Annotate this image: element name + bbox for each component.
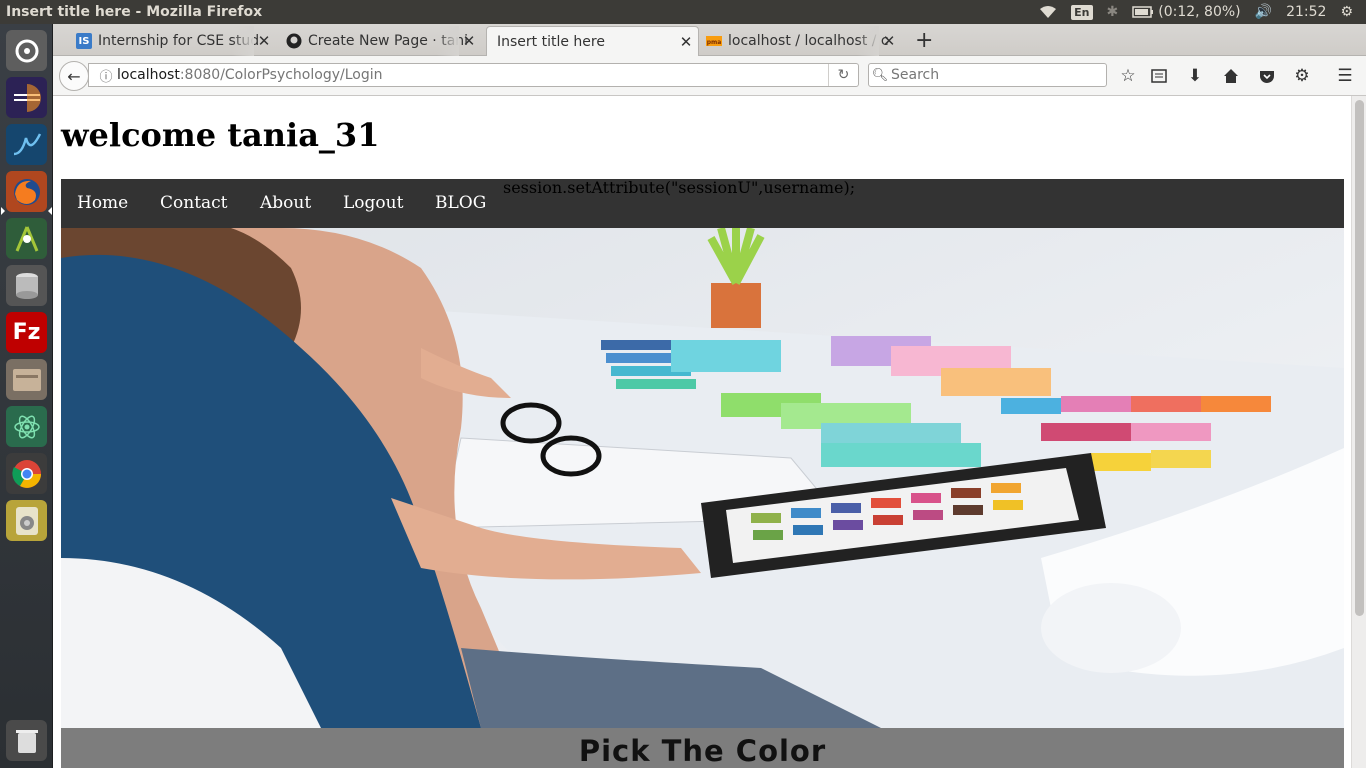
- dash-icon[interactable]: [6, 30, 47, 71]
- bookmark-star-icon[interactable]: ☆: [1116, 64, 1140, 88]
- hero-image: [61, 228, 1344, 728]
- close-icon[interactable]: ✕: [256, 32, 272, 50]
- volume-icon[interactable]: 🔊: [1248, 0, 1279, 24]
- session-debug-text: session.setAttribute("sessionU",username…: [503, 178, 856, 197]
- search-placeholder: Search: [891, 67, 940, 83]
- download-icon[interactable]: ⬇: [1183, 64, 1207, 88]
- page-content: welcome tania_31 Home Contact About Logo…: [53, 96, 1351, 768]
- site-info-icon[interactable]: ⓘ: [95, 66, 117, 85]
- phpmyadmin-icon: pma: [706, 33, 722, 49]
- battery-icon: [1132, 6, 1154, 18]
- extension-icon[interactable]: ⚙: [1290, 64, 1314, 88]
- android-studio-icon[interactable]: [6, 218, 47, 259]
- page-scrollbar[interactable]: [1351, 96, 1366, 768]
- nav-blog-link[interactable]: BLOG: [435, 193, 486, 213]
- window-title: Insert title here - Mozilla Firefox: [6, 4, 263, 20]
- wifi-icon[interactable]: [1032, 0, 1064, 24]
- battery-indicator[interactable]: (0:12, 80%): [1125, 0, 1247, 24]
- nav-contact-link[interactable]: Contact: [160, 193, 228, 213]
- tab-label: Insert title here: [497, 33, 605, 50]
- search-icon: 🔍︎: [871, 67, 889, 83]
- new-tab-button[interactable]: +: [915, 28, 933, 53]
- home-icon[interactable]: [1219, 64, 1243, 88]
- tab-github[interactable]: Create New Page · tani ✕: [283, 26, 481, 56]
- tab-fade: [232, 26, 254, 56]
- pick-color-section: Pick The Color: [61, 728, 1344, 768]
- unity-launcher: Fz: [0, 24, 53, 768]
- url-bar[interactable]: ⓘ localhost:8080/ColorPsychology/Login ↻: [88, 63, 859, 87]
- firefox-icon[interactable]: [6, 171, 47, 212]
- tab-internship[interactable]: IS Internship for CSE stud ✕: [73, 26, 276, 56]
- browser-tab-strip: IS Internship for CSE stud ✕ Create New …: [53, 24, 1366, 56]
- focused-indicator: [48, 207, 52, 215]
- github-icon: [286, 33, 302, 49]
- reload-icon[interactable]: ↻: [828, 64, 858, 86]
- tab-phpmyadmin[interactable]: pma localhost / localhost / c ✕: [703, 26, 901, 56]
- tab-fade: [437, 26, 459, 56]
- atom-icon[interactable]: [6, 406, 47, 447]
- gear-icon[interactable]: ⚙: [1333, 0, 1360, 24]
- file-manager-icon[interactable]: [6, 359, 47, 400]
- arrow-left-icon: ←: [67, 66, 81, 86]
- page-title: welcome tania_31: [61, 116, 380, 154]
- system-top-panel: Insert title here - Mozilla Firefox En ✱…: [0, 0, 1366, 24]
- search-input[interactable]: 🔍︎ Search: [868, 63, 1107, 87]
- browser-toolbar: ⓘ localhost:8080/ColorPsychology/Login ↻…: [53, 56, 1366, 96]
- database-icon[interactable]: [6, 265, 47, 306]
- svg-text:pma: pma: [707, 39, 722, 46]
- nav-home-link[interactable]: Home: [77, 193, 128, 213]
- keyboard-layout-indicator[interactable]: En: [1071, 4, 1093, 20]
- reading-list-icon[interactable]: [1147, 64, 1171, 88]
- close-icon[interactable]: ✕: [678, 33, 694, 51]
- internshala-favicon-icon: IS: [76, 33, 92, 49]
- pocket-icon[interactable]: [1255, 64, 1279, 88]
- hamburger-menu-icon[interactable]: ☰: [1333, 64, 1357, 88]
- speaker-app-icon[interactable]: [6, 500, 47, 541]
- chrome-icon[interactable]: [6, 453, 47, 494]
- running-indicator: [1, 207, 5, 215]
- close-icon[interactable]: ✕: [461, 32, 477, 50]
- battery-label: (0:12, 80%): [1158, 4, 1241, 20]
- bluetooth-icon[interactable]: ✱: [1100, 0, 1126, 24]
- back-button[interactable]: ←: [59, 61, 89, 91]
- nav-about-link[interactable]: About: [260, 193, 311, 213]
- url-path: :8080/ColorPsychology/Login: [179, 67, 383, 83]
- scrollbar-thumb[interactable]: [1355, 100, 1364, 616]
- close-icon[interactable]: ✕: [881, 32, 897, 50]
- eclipse-icon[interactable]: [6, 77, 47, 118]
- tab-insert-title-active[interactable]: Insert title here ✕: [486, 26, 699, 56]
- clock[interactable]: 21:52: [1279, 0, 1333, 24]
- section-title: Pick The Color: [578, 734, 827, 768]
- indicator-area: En ✱ (0:12, 80%) 🔊 21:52 ⚙: [1032, 0, 1366, 24]
- color-swatches-photo: [61, 228, 1344, 728]
- trash-icon[interactable]: [6, 720, 47, 761]
- url-host: localhost: [117, 67, 180, 83]
- filezilla-icon[interactable]: Fz: [6, 312, 47, 353]
- tab-fade: [857, 26, 879, 56]
- nav-logout-link[interactable]: Logout: [343, 193, 403, 213]
- matlab-icon[interactable]: [6, 124, 47, 165]
